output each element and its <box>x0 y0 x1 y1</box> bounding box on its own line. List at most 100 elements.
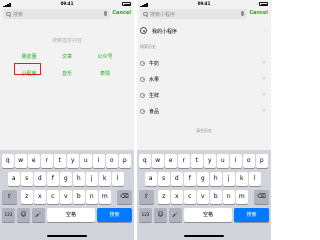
key-g[interactable]: g <box>60 172 72 186</box>
category-music[interactable]: 音乐 <box>52 68 82 80</box>
key-a[interactable]: a <box>8 172 20 186</box>
key-v[interactable]: v <box>60 190 72 204</box>
key-p[interactable]: p <box>256 154 268 168</box>
key-y[interactable]: y <box>204 154 216 168</box>
key-d[interactable]: d <box>34 172 46 186</box>
key-y[interactable]: y <box>67 154 79 168</box>
delete-key[interactable]: ⌫ <box>117 190 132 204</box>
key-s[interactable]: s <box>158 172 170 186</box>
shift-key[interactable]: ⇧ <box>2 190 17 204</box>
keyboard-row-2: a s d f g h j k l <box>2 172 132 186</box>
status-bar: 09:41 <box>137 0 271 9</box>
key-h[interactable]: h <box>73 172 85 186</box>
search-go-key[interactable]: 搜索 <box>234 208 269 222</box>
keyboard-row-2: a s d f g h j k l <box>139 172 269 186</box>
key-n[interactable]: n <box>223 190 235 204</box>
key-a[interactable]: a <box>145 172 157 186</box>
key-r[interactable]: r <box>178 154 190 168</box>
key-m[interactable]: m <box>99 190 111 204</box>
key-f[interactable]: f <box>47 172 59 186</box>
search-input[interactable]: 搜索 <box>3 9 110 19</box>
microphone-icon[interactable] <box>104 11 107 16</box>
clear-history-button[interactable]: 清空历史 <box>137 128 271 134</box>
space-key[interactable]: 空格 <box>184 208 232 222</box>
shift-key[interactable]: ⇧ <box>139 190 154 204</box>
delete-key[interactable]: ⌫ <box>254 190 269 204</box>
history-item[interactable]: 食品 ✕ <box>140 106 268 118</box>
key-v[interactable]: v <box>197 190 209 204</box>
emoji-key[interactable]: ☺ <box>17 208 30 222</box>
key-j[interactable]: j <box>86 172 98 186</box>
clock-icon <box>140 61 145 66</box>
key-p[interactable]: p <box>119 154 131 168</box>
key-w[interactable]: w <box>152 154 164 168</box>
category-moments[interactable]: 朋友圈 <box>14 51 44 63</box>
history-item[interactable]: 牛奶 ✕ <box>140 58 268 70</box>
search-go-key[interactable]: 搜索 <box>97 208 132 222</box>
space-key[interactable]: 空格 <box>47 208 95 222</box>
key-g[interactable]: g <box>197 172 209 186</box>
key-c[interactable]: c <box>184 190 196 204</box>
key-e[interactable]: e <box>28 154 40 168</box>
key-j[interactable]: j <box>223 172 235 186</box>
key-l[interactable]: l <box>112 172 124 186</box>
numbers-key[interactable]: 123 <box>139 208 152 222</box>
key-i[interactable]: i <box>93 154 105 168</box>
key-u[interactable]: u <box>217 154 229 168</box>
history-item-label: 水果 <box>149 77 160 83</box>
key-o[interactable]: o <box>106 154 118 168</box>
close-icon[interactable]: ✕ <box>262 92 266 98</box>
my-mini-programs-entry[interactable]: 我的小程序 › <box>140 25 268 37</box>
search-screen-left: 09:41 搜索 Cancel 搜索指定内容 朋友圈 文章 公众号 小程序 音乐… <box>0 0 134 240</box>
key-o[interactable]: o <box>243 154 255 168</box>
chevron-right-icon: › <box>264 28 266 34</box>
microphone-icon[interactable] <box>241 11 244 16</box>
key-f[interactable]: f <box>184 172 196 186</box>
close-icon[interactable]: ✕ <box>262 108 266 114</box>
numbers-key[interactable]: 123 <box>2 208 15 222</box>
category-official-accounts[interactable]: 公众号 <box>90 51 120 63</box>
keyboard: q w e r t y u i o p a s d f g h j k l ⇧ … <box>137 150 271 240</box>
key-t[interactable]: t <box>191 154 203 168</box>
key-r[interactable]: r <box>41 154 53 168</box>
key-t[interactable]: t <box>54 154 66 168</box>
category-stickers[interactable]: 表情 <box>90 68 120 80</box>
category-articles[interactable]: 文章 <box>52 51 82 63</box>
clock-icon <box>140 109 145 114</box>
key-z[interactable]: z <box>21 190 33 204</box>
key-u[interactable]: u <box>80 154 92 168</box>
key-z[interactable]: z <box>158 190 170 204</box>
search-input[interactable]: 搜索小程序 <box>140 9 247 19</box>
key-c[interactable]: c <box>47 190 59 204</box>
key-i[interactable]: i <box>230 154 242 168</box>
key-b[interactable]: b <box>73 190 85 204</box>
key-n[interactable]: n <box>86 190 98 204</box>
key-m[interactable]: m <box>236 190 248 204</box>
dictation-key[interactable]: 🎤 <box>169 208 182 222</box>
key-w[interactable]: w <box>15 154 27 168</box>
key-q[interactable]: q <box>2 154 14 168</box>
close-icon[interactable]: ✕ <box>262 60 266 66</box>
key-s[interactable]: s <box>21 172 33 186</box>
history-list: 牛奶 ✕ 水果 ✕ 生鲜 ✕ 食品 ✕ <box>140 58 271 118</box>
cancel-button[interactable]: Cancel <box>112 10 131 16</box>
key-h[interactable]: h <box>210 172 222 186</box>
key-k[interactable]: k <box>236 172 248 186</box>
history-item[interactable]: 水果 ✕ <box>140 74 268 86</box>
key-l[interactable]: l <box>249 172 261 186</box>
key-b[interactable]: b <box>210 190 222 204</box>
keyboard-row-4: 123 ☺ 🎤 空格 搜索 <box>139 208 269 222</box>
dictation-key[interactable]: 🎤 <box>32 208 45 222</box>
emoji-key[interactable]: ☺ <box>154 208 167 222</box>
key-x[interactable]: x <box>171 190 183 204</box>
key-d[interactable]: d <box>171 172 183 186</box>
history-item[interactable]: 生鲜 ✕ <box>140 90 268 102</box>
key-q[interactable]: q <box>139 154 151 168</box>
key-x[interactable]: x <box>34 190 46 204</box>
cancel-button[interactable]: Cancel <box>249 10 268 16</box>
search-placeholder: 搜索小程序 <box>150 12 176 18</box>
key-e[interactable]: e <box>165 154 177 168</box>
close-icon[interactable]: ✕ <box>262 76 266 82</box>
keyboard-row-4: 123 ☺ 🎤 空格 搜索 <box>2 208 132 222</box>
key-k[interactable]: k <box>99 172 111 186</box>
